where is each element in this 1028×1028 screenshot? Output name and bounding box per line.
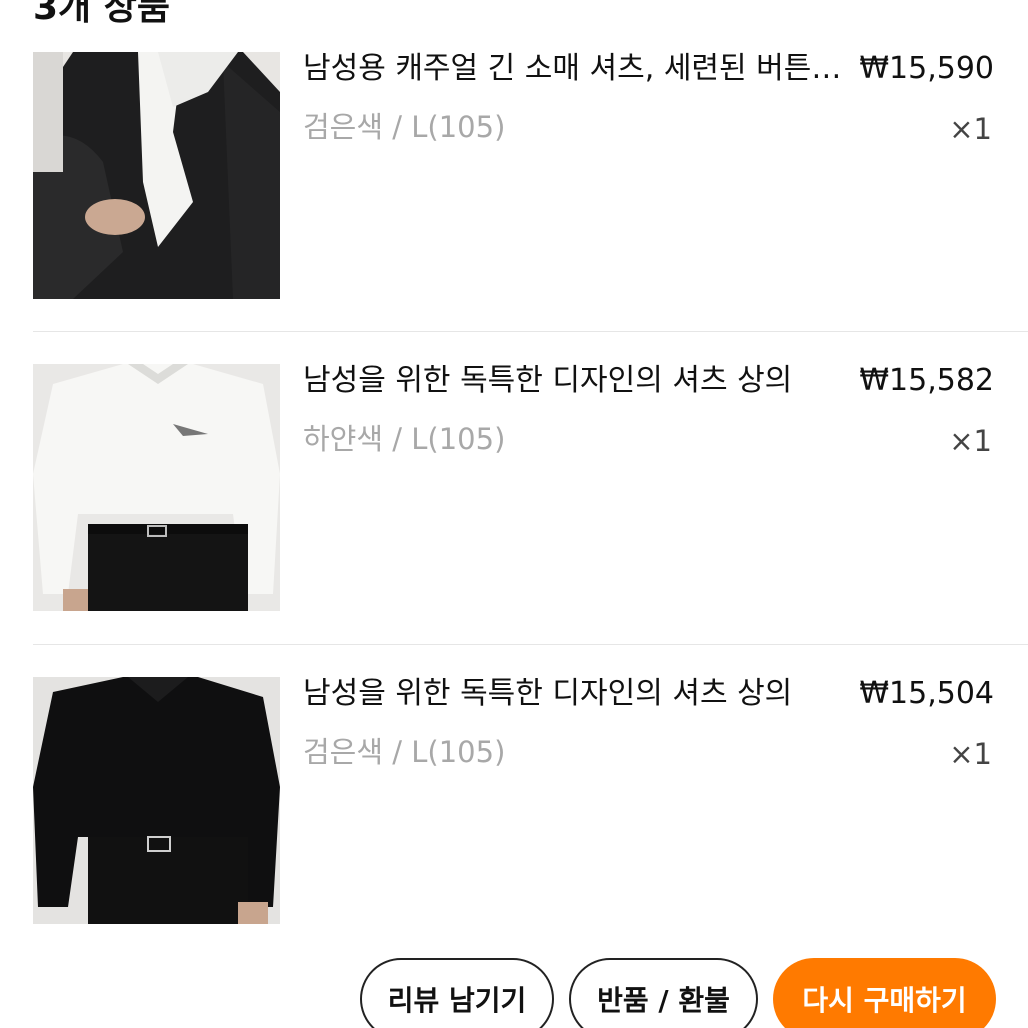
product-price: ₩15,590 [859, 51, 994, 86]
list-item[interactable]: 남성을 위한 독특한 디자인의 셔츠 상의 ₩15,582 하얀색 / L(10… [0, 364, 1028, 677]
product-image[interactable] [33, 52, 280, 299]
return-refund-button[interactable]: 반품 / 환불 [569, 958, 758, 1028]
product-name[interactable]: 남성용 캐주얼 긴 소매 셔츠, 세련된 버튼다운 [303, 52, 843, 86]
product-quantity: ×1 [949, 737, 992, 771]
product-option: 검은색 / L(105) [303, 110, 506, 144]
product-option: 하얀색 / L(105) [303, 422, 506, 456]
buy-again-button[interactable]: 다시 구매하기 [773, 958, 996, 1028]
product-price: ₩15,504 [859, 676, 994, 711]
list-item[interactable]: 남성용 캐주얼 긴 소매 셔츠, 세련된 버튼다운 ₩15,590 검은색 / … [0, 52, 1028, 365]
list-item[interactable]: 남성을 위한 독특한 디자인의 셔츠 상의 ₩15,504 검은색 / L(10… [0, 677, 1028, 990]
product-image[interactable] [33, 364, 280, 611]
product-price: ₩15,582 [859, 363, 994, 398]
product-image[interactable] [33, 677, 280, 924]
divider [33, 331, 1028, 332]
product-quantity: ×1 [949, 112, 992, 146]
order-items-page: 3개 상품 남성용 캐주얼 긴 소매 셔츠, 세련된 버튼다운 ₩15,590 … [0, 0, 1028, 1028]
leave-review-button[interactable]: 리뷰 남기기 [360, 958, 554, 1028]
product-name[interactable]: 남성을 위한 독특한 디자인의 셔츠 상의 [303, 677, 843, 711]
product-quantity: ×1 [949, 424, 992, 458]
section-title: 3개 상품 [33, 0, 170, 28]
product-name[interactable]: 남성을 위한 독특한 디자인의 셔츠 상의 [303, 364, 843, 398]
divider [33, 644, 1028, 645]
product-option: 검은색 / L(105) [303, 735, 506, 769]
